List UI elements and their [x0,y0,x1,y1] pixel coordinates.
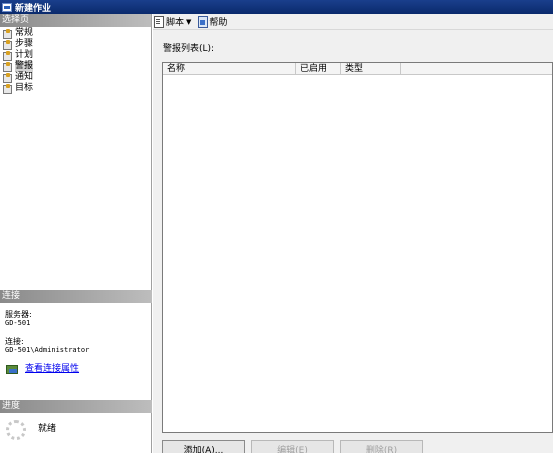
page-item-label: 通知 [15,72,34,82]
script-icon [154,16,164,28]
page-item-label: 步骤 [15,39,34,49]
page-icon [3,51,13,61]
progress-section: 进度 就绪 [0,400,152,440]
help-button[interactable]: 帮助 [197,15,227,28]
edit-button[interactable]: 编辑(E) [251,440,334,453]
page-item-label: 计划 [15,50,34,60]
script-label: 脚本 [166,18,185,28]
server-label: 服务器: [5,310,32,319]
select-page-header: 选择页 [0,14,151,27]
progress-header: 进度 [0,400,152,413]
page-item-label: 常规 [15,28,34,38]
column-header-type[interactable]: 类型 [341,63,401,74]
page-icon [3,73,13,83]
help-icon [197,16,209,28]
table-header: 名称 已启用 类型 [163,63,552,75]
server-value: GD-501 [5,319,31,327]
help-label: 帮助 [209,18,228,28]
page-item-steps[interactable]: 步骤 [0,39,151,50]
page-icon [3,40,13,50]
action-buttons: 添加(A)... 编辑(E) 删除(R) [162,440,429,453]
page-item-schedules[interactable]: 计划 [0,50,151,61]
toolbar: 脚本 ▼ 帮助 [153,14,553,30]
page-icon [3,62,13,72]
page-item-notifications[interactable]: 通知 [0,72,151,83]
connection-value: GD-501\Administrator [5,346,90,354]
page-icon [3,84,13,94]
page-icon [3,29,13,39]
left-panel: 选择页 常规 步骤 计划 警报 通知 目标 连接 服务器: GD-501 连接:… [0,14,152,453]
alert-list-label: 警报列表(L): [163,44,215,54]
alert-list-table[interactable]: 名称 已启用 类型 [162,62,553,433]
connection-properties-icon [6,364,18,374]
page-item-label: 目标 [15,83,34,93]
remove-button[interactable]: 删除(R) [340,440,423,453]
connection-header: 连接 [0,290,152,303]
connection-label: 连接: [5,337,24,346]
column-header-enabled[interactable]: 已启用 [296,63,341,74]
page-item-alerts[interactable]: 警报 [0,61,151,72]
main-panel: 脚本 ▼ 帮助 警报列表(L): 名称 已启用 类型 添加(A)... 编辑(E… [153,14,553,453]
page-item-label: 警报 [15,61,34,72]
progress-status: 就绪 [38,424,57,434]
script-button[interactable]: 脚本 ▼ [154,15,191,28]
app-icon [2,2,12,12]
window-titlebar: 新建作业 [0,0,553,14]
connection-section: 连接 服务器: GD-501 连接: GD-501\Administrator … [0,290,152,374]
progress-spinner-icon [6,420,26,440]
window-title: 新建作业 [15,3,52,14]
chevron-down-icon[interactable]: ▼ [186,18,191,26]
column-header-name[interactable]: 名称 [163,63,296,74]
page-item-general[interactable]: 常规 [0,28,151,39]
view-connection-properties-link[interactable]: 查看连接属性 [25,364,79,374]
page-list: 常规 步骤 计划 警报 通知 目标 [0,27,151,94]
page-item-targets[interactable]: 目标 [0,83,151,94]
add-button[interactable]: 添加(A)... [162,440,245,453]
